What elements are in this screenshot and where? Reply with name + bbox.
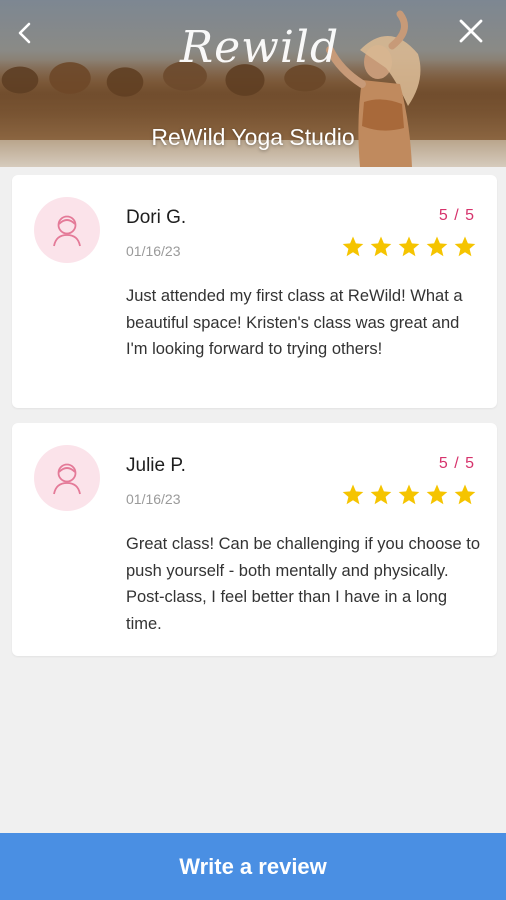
review-card: Julie P. 01/16/23 5 / 5 Great class! Can… [12, 423, 497, 656]
review-date: 01/16/23 [126, 491, 181, 507]
star-icon [342, 236, 364, 257]
avatar [34, 445, 100, 511]
review-text: Great class! Can be challenging if you c… [126, 535, 481, 633]
star-icon [426, 236, 448, 257]
star-icon [370, 236, 392, 257]
star-icon [398, 484, 420, 505]
write-review-button[interactable]: Write a review [0, 833, 506, 900]
review-text: Just attended my first class at ReWild! … [126, 287, 463, 358]
star-icon [370, 484, 392, 505]
user-icon [53, 215, 81, 247]
back-button[interactable] [10, 18, 40, 48]
star-icon [454, 236, 476, 257]
close-icon [459, 19, 483, 43]
header-banner: Rewild ReWild Yoga Studio [0, 0, 506, 167]
user-icon [53, 463, 81, 495]
reviewer-name: Dori G. [126, 207, 187, 228]
review-date: 01/16/23 [126, 243, 181, 259]
reviewer-name: Julie P. [126, 455, 186, 476]
star-icon [426, 484, 448, 505]
review-score: 5 / 5 [438, 207, 475, 224]
page-title: ReWild Yoga Studio [151, 124, 355, 150]
star-icon [398, 236, 420, 257]
star-icon [454, 484, 476, 505]
star-rating [341, 235, 477, 259]
star-icon [342, 484, 364, 505]
avatar [34, 197, 100, 263]
close-button[interactable] [456, 16, 486, 46]
review-score: 5 / 5 [438, 455, 475, 472]
studio-logo: Rewild [180, 22, 340, 73]
review-card: Dori G. 01/16/23 5 / 5 Just attended my … [12, 175, 497, 408]
star-rating [341, 483, 477, 507]
chevron-left-icon [18, 22, 31, 44]
